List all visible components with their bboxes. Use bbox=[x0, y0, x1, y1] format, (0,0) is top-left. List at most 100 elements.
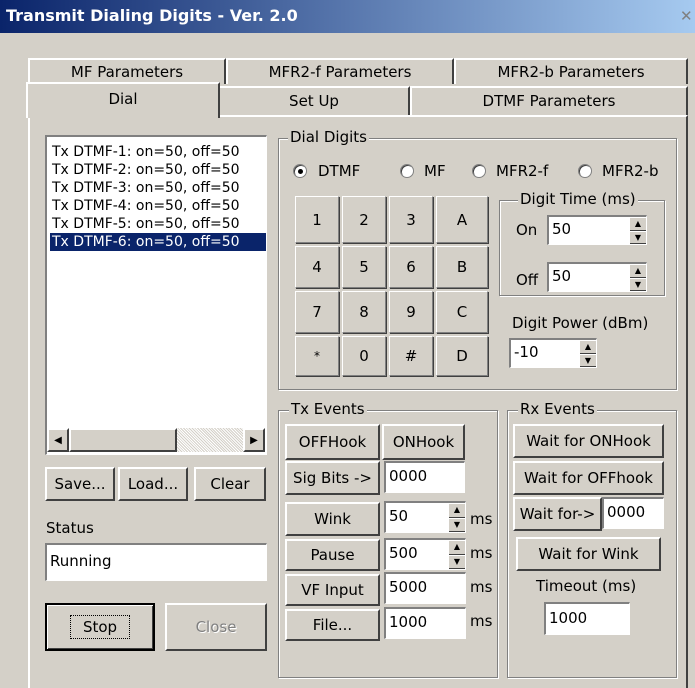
close-icon[interactable]: ✕ bbox=[680, 7, 695, 25]
key-2[interactable]: 2 bbox=[342, 196, 386, 243]
clear-button[interactable]: Clear bbox=[194, 467, 266, 501]
spin-up-icon[interactable]: ▲ bbox=[630, 217, 646, 231]
offhook-button[interactable]: OFFHook bbox=[285, 424, 380, 460]
tab-dtmf-parameters[interactable]: DTMF Parameters bbox=[410, 86, 688, 115]
file-input[interactable]: 1000 bbox=[384, 607, 466, 639]
stop-button[interactable]: Stop bbox=[45, 603, 155, 651]
rx-events-label: Rx Events bbox=[518, 400, 597, 418]
status-label: Status bbox=[46, 519, 94, 537]
wink-value: 50 bbox=[389, 507, 409, 525]
on-label: On bbox=[516, 221, 538, 239]
spin-up-icon[interactable]: ▲ bbox=[449, 540, 465, 555]
pause-button[interactable]: Pause bbox=[285, 539, 380, 571]
tab-mf-parameters[interactable]: MF Parameters bbox=[28, 58, 226, 84]
on-spinner[interactable]: ▲ ▼ bbox=[629, 217, 646, 244]
off-spinner[interactable]: ▲ ▼ bbox=[629, 264, 646, 291]
radio-dtmf[interactable] bbox=[293, 164, 307, 178]
sequence-list[interactable]: Tx DTMF-1: on=50, off=50 Tx DTMF-2: on=5… bbox=[45, 135, 267, 455]
key-7[interactable]: 7 bbox=[295, 291, 339, 333]
tab-mfr2b-parameters[interactable]: MFR2-b Parameters bbox=[454, 58, 688, 84]
load-button[interactable]: Load... bbox=[118, 467, 188, 501]
key-4[interactable]: 4 bbox=[295, 246, 339, 288]
digit-off-value: 50 bbox=[552, 267, 572, 285]
window-title: Transmit Dialing Digits - Ver. 2.0 bbox=[6, 6, 298, 25]
key-6[interactable]: 6 bbox=[389, 246, 433, 288]
stop-button-label: Stop bbox=[69, 615, 131, 639]
scroll-track[interactable] bbox=[177, 428, 243, 452]
digit-power-value: -10 bbox=[514, 343, 539, 361]
radio-mfr2f[interactable] bbox=[472, 164, 486, 178]
sig-bits-input[interactable]: 0000 bbox=[384, 461, 465, 493]
digit-off-input[interactable]: 50 ▲ ▼ bbox=[547, 262, 647, 292]
key-1[interactable]: 1 bbox=[295, 196, 339, 243]
timeout-input[interactable]: 1000 bbox=[544, 602, 630, 635]
radio-mfr2f-label[interactable]: MFR2-f bbox=[496, 162, 548, 180]
key-8[interactable]: 8 bbox=[342, 291, 386, 333]
list-item[interactable]: Tx DTMF-5: on=50, off=50 bbox=[50, 215, 266, 233]
radio-mfr2b[interactable] bbox=[578, 164, 592, 178]
scroll-right-icon[interactable]: ▶ bbox=[243, 428, 265, 452]
wait-for-input[interactable]: 0000 bbox=[602, 497, 664, 529]
timeout-label: Timeout (ms) bbox=[536, 577, 637, 595]
wink-unit: ms bbox=[470, 510, 493, 528]
save-button[interactable]: Save... bbox=[45, 467, 115, 501]
spin-down-icon[interactable]: ▼ bbox=[449, 517, 465, 532]
radio-dtmf-label[interactable]: DTMF bbox=[318, 162, 360, 180]
key-9[interactable]: 9 bbox=[389, 291, 433, 333]
key-hash[interactable]: # bbox=[389, 336, 433, 376]
tab-mfr2f-parameters[interactable]: MFR2-f Parameters bbox=[226, 58, 454, 84]
digit-power-input[interactable]: -10 ▲ ▼ bbox=[509, 338, 597, 368]
spin-down-icon[interactable]: ▼ bbox=[449, 554, 465, 569]
power-spinner[interactable]: ▲ ▼ bbox=[579, 340, 596, 367]
pause-spinner[interactable]: ▲ ▼ bbox=[448, 540, 465, 569]
list-item-selected[interactable]: Tx DTMF-6: on=50, off=50 bbox=[50, 233, 266, 251]
onhook-button[interactable]: ONHook bbox=[382, 424, 465, 460]
key-0[interactable]: 0 bbox=[342, 336, 386, 376]
key-5[interactable]: 5 bbox=[342, 246, 386, 288]
key-d[interactable]: D bbox=[436, 336, 488, 376]
digit-power-label: Digit Power (dBm) bbox=[512, 314, 649, 332]
spin-down-icon[interactable]: ▼ bbox=[630, 277, 646, 291]
radio-mfr2b-label[interactable]: MFR2-b bbox=[602, 162, 658, 180]
file-button[interactable]: File... bbox=[285, 609, 380, 641]
list-item[interactable]: Tx DTMF-3: on=50, off=50 bbox=[50, 179, 266, 197]
key-b[interactable]: B bbox=[436, 246, 488, 288]
off-label: Off bbox=[516, 271, 539, 289]
scroll-left-icon[interactable]: ◀ bbox=[47, 428, 69, 452]
vf-input-button[interactable]: VF Input bbox=[285, 574, 380, 606]
horizontal-scrollbar[interactable]: ◀ ▶ bbox=[47, 428, 265, 452]
vf-input-unit: ms bbox=[470, 578, 493, 596]
wait-offhook-button[interactable]: Wait for OFFhook bbox=[513, 461, 664, 495]
wait-onhook-button[interactable]: Wait for ONHook bbox=[513, 424, 664, 458]
spin-down-icon[interactable]: ▼ bbox=[580, 353, 596, 367]
pause-unit: ms bbox=[470, 544, 493, 562]
wait-for-button[interactable]: Wait for-> bbox=[513, 497, 602, 531]
pause-input[interactable]: 500 ▲ ▼ bbox=[384, 538, 466, 570]
wink-input[interactable]: 50 ▲ ▼ bbox=[384, 501, 466, 533]
radio-dot-icon bbox=[298, 169, 303, 174]
key-star[interactable]: * bbox=[295, 336, 339, 376]
tab-dial[interactable]: Dial bbox=[26, 82, 220, 118]
digit-on-input[interactable]: 50 ▲ ▼ bbox=[547, 215, 647, 245]
file-unit: ms bbox=[470, 612, 493, 630]
key-a[interactable]: A bbox=[436, 196, 488, 243]
tab-set-up[interactable]: Set Up bbox=[218, 86, 410, 115]
scroll-thumb[interactable] bbox=[69, 428, 177, 452]
close-button[interactable]: Close bbox=[165, 603, 267, 651]
wink-button[interactable]: Wink bbox=[285, 502, 380, 536]
spin-down-icon[interactable]: ▼ bbox=[630, 230, 646, 244]
sig-bits-button[interactable]: Sig Bits -> bbox=[285, 461, 380, 495]
radio-mf[interactable] bbox=[400, 164, 414, 178]
list-item[interactable]: Tx DTMF-1: on=50, off=50 bbox=[50, 143, 266, 161]
wink-spinner[interactable]: ▲ ▼ bbox=[448, 503, 465, 532]
list-item[interactable]: Tx DTMF-2: on=50, off=50 bbox=[50, 161, 266, 179]
key-c[interactable]: C bbox=[436, 291, 488, 333]
vf-input-field[interactable]: 5000 bbox=[384, 572, 466, 604]
key-3[interactable]: 3 bbox=[389, 196, 433, 243]
list-item[interactable]: Tx DTMF-4: on=50, off=50 bbox=[50, 197, 266, 215]
wait-wink-button[interactable]: Wait for Wink bbox=[516, 537, 661, 571]
radio-mf-label[interactable]: MF bbox=[424, 162, 446, 180]
spin-up-icon[interactable]: ▲ bbox=[449, 503, 465, 518]
spin-up-icon[interactable]: ▲ bbox=[630, 264, 646, 278]
spin-up-icon[interactable]: ▲ bbox=[580, 340, 596, 354]
